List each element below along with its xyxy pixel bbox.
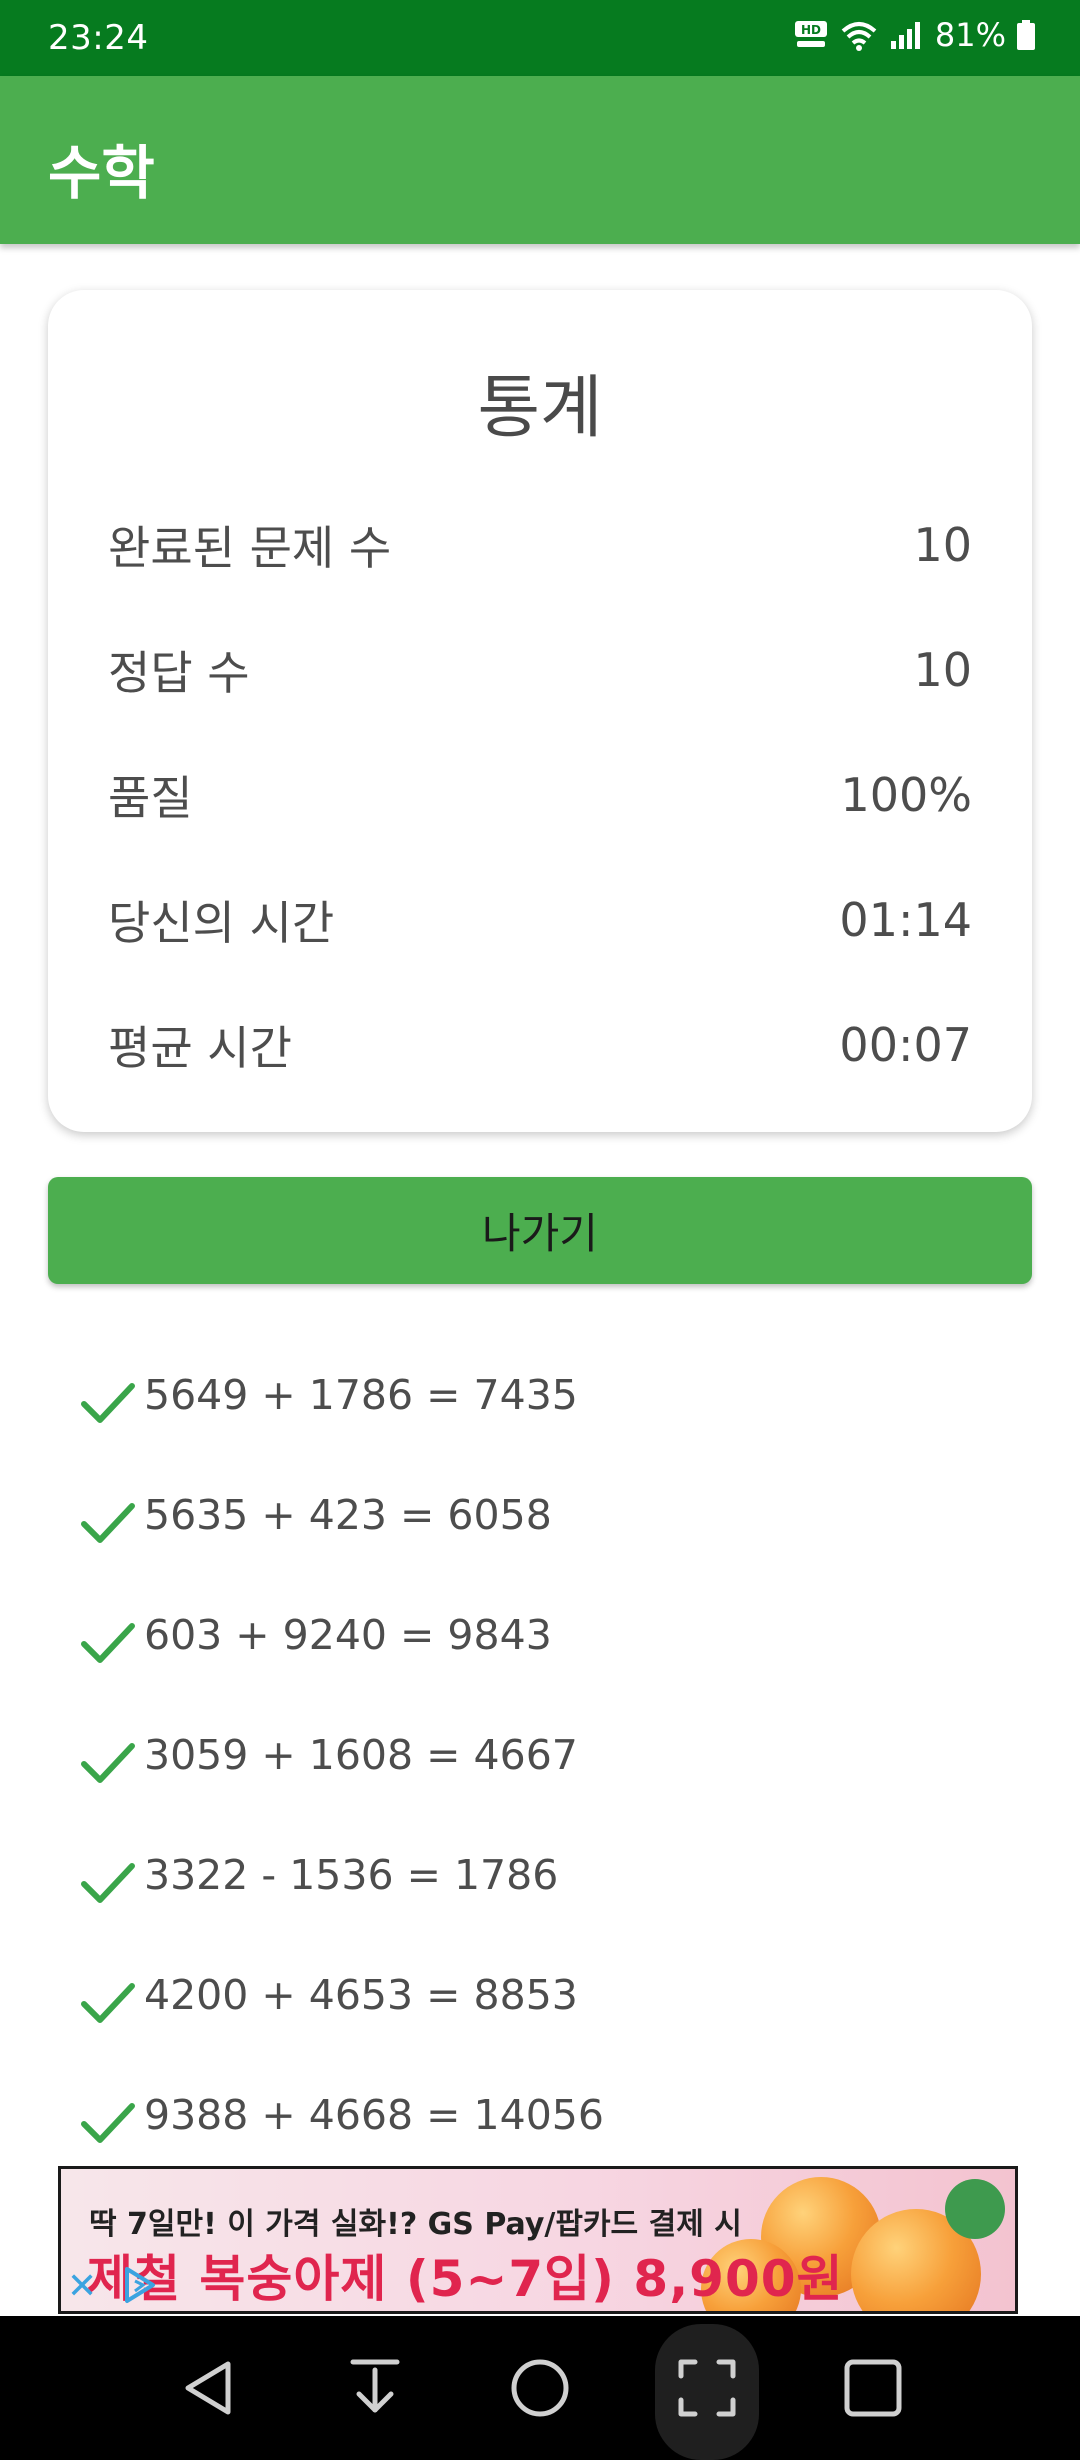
- exit-button[interactable]: 나가기: [48, 1177, 1032, 1284]
- hd-voice-icon: HD: [794, 21, 827, 47]
- stat-label: 정답 수: [108, 646, 250, 700]
- ad-choices-icon[interactable]: [119, 2265, 159, 2305]
- home-button[interactable]: [470, 2316, 610, 2460]
- ad-offer: 제철 복숭아제 (5~7입) 8,900원: [87, 2250, 844, 2308]
- check-icon: [81, 2103, 135, 2143]
- download-button[interactable]: [305, 2316, 445, 2460]
- battery-percent: 81%: [934, 16, 1006, 54]
- stat-label: 평균 시간: [108, 1021, 292, 1075]
- problem-text: 5649 + 1786 = 7435: [144, 1371, 578, 1419]
- stats-title: 통계: [477, 369, 603, 448]
- home-icon: [511, 2359, 569, 2417]
- wifi-icon: [841, 22, 877, 51]
- problem-text: 5635 + 423 = 6058: [144, 1491, 552, 1539]
- stat-row-completed: 완료된 문제 수 10: [108, 510, 972, 580]
- problem-text: 3322 - 1536 = 1786: [144, 1851, 559, 1899]
- list-item: 5635 + 423 = 6058: [80, 1480, 552, 1550]
- ad-headline: 딱 7일만! 이 가격 실화!? GS Pay/팝카드 결제 시: [89, 2207, 742, 2242]
- stat-label: 완료된 문제 수: [108, 521, 392, 575]
- stat-row-quality: 품질 100%: [108, 760, 972, 830]
- battery-icon: [1017, 20, 1035, 50]
- list-item: 3059 + 1608 = 4667: [80, 1720, 578, 1790]
- stat-row-average-time: 평균 시간 00:07: [108, 1010, 972, 1080]
- list-item: 5649 + 1786 = 7435: [80, 1360, 578, 1430]
- stat-label: 품질: [108, 771, 193, 825]
- back-icon: [185, 2361, 231, 2415]
- stat-value: 10: [913, 643, 972, 697]
- signal-icon: [890, 22, 920, 49]
- check-icon: [81, 1983, 135, 2023]
- problem-text: 4200 + 4653 = 8853: [144, 1971, 578, 2019]
- status-bar: 23:24 HD 81%: [0, 0, 1080, 76]
- stat-row-correct: 정답 수 10: [108, 635, 972, 705]
- ad-brand-badge-icon: [945, 2179, 1005, 2239]
- app-title: 수학: [48, 139, 155, 207]
- list-item: 3322 - 1536 = 1786: [80, 1840, 558, 1910]
- status-icons: HD 81%: [793, 16, 1036, 54]
- check-icon: [81, 1383, 135, 1423]
- hd-voice-label: HD: [801, 23, 821, 37]
- recents-icon: [844, 2359, 902, 2417]
- capture-icon: [678, 2359, 736, 2417]
- list-item: 603 + 9240 = 9843: [80, 1600, 552, 1670]
- stat-value: 100%: [840, 768, 972, 822]
- close-icon[interactable]: ✕: [67, 2267, 97, 2307]
- check-icon: [81, 1623, 135, 1663]
- back-button[interactable]: [140, 2316, 280, 2460]
- check-icon: [81, 1743, 135, 1783]
- stats-card: 통계 완료된 문제 수 10 정답 수 10 품질 100% 당신의 시간 01…: [48, 290, 1032, 1132]
- download-icon: [350, 2359, 400, 2413]
- stat-label: 당신의 시간: [108, 896, 335, 950]
- check-icon: [81, 1863, 135, 1903]
- stat-value: 01:14: [839, 893, 972, 947]
- problem-text: 603 + 9240 = 9843: [144, 1611, 552, 1659]
- list-item: 9388 + 4668 = 14056: [80, 2080, 604, 2150]
- stat-value: 10: [913, 518, 972, 572]
- recents-button[interactable]: [803, 2316, 943, 2460]
- status-time: 23:24: [48, 18, 149, 58]
- capture-button[interactable]: [637, 2316, 777, 2460]
- app-bar: 수학: [0, 76, 1080, 244]
- navigation-bar: [0, 2316, 1080, 2460]
- ad-banner[interactable]: 딱 7일만! 이 가격 실화!? GS Pay/팝카드 결제 시 제철 복숭아제…: [58, 2166, 1018, 2314]
- problem-text: 3059 + 1608 = 4667: [144, 1731, 578, 1779]
- check-icon: [81, 1503, 135, 1543]
- stat-row-your-time: 당신의 시간 01:14: [108, 885, 972, 955]
- stat-value: 00:07: [839, 1018, 972, 1072]
- problem-text: 9388 + 4668 = 14056: [144, 2091, 604, 2139]
- list-item: 4200 + 4653 = 8853: [80, 1960, 578, 2030]
